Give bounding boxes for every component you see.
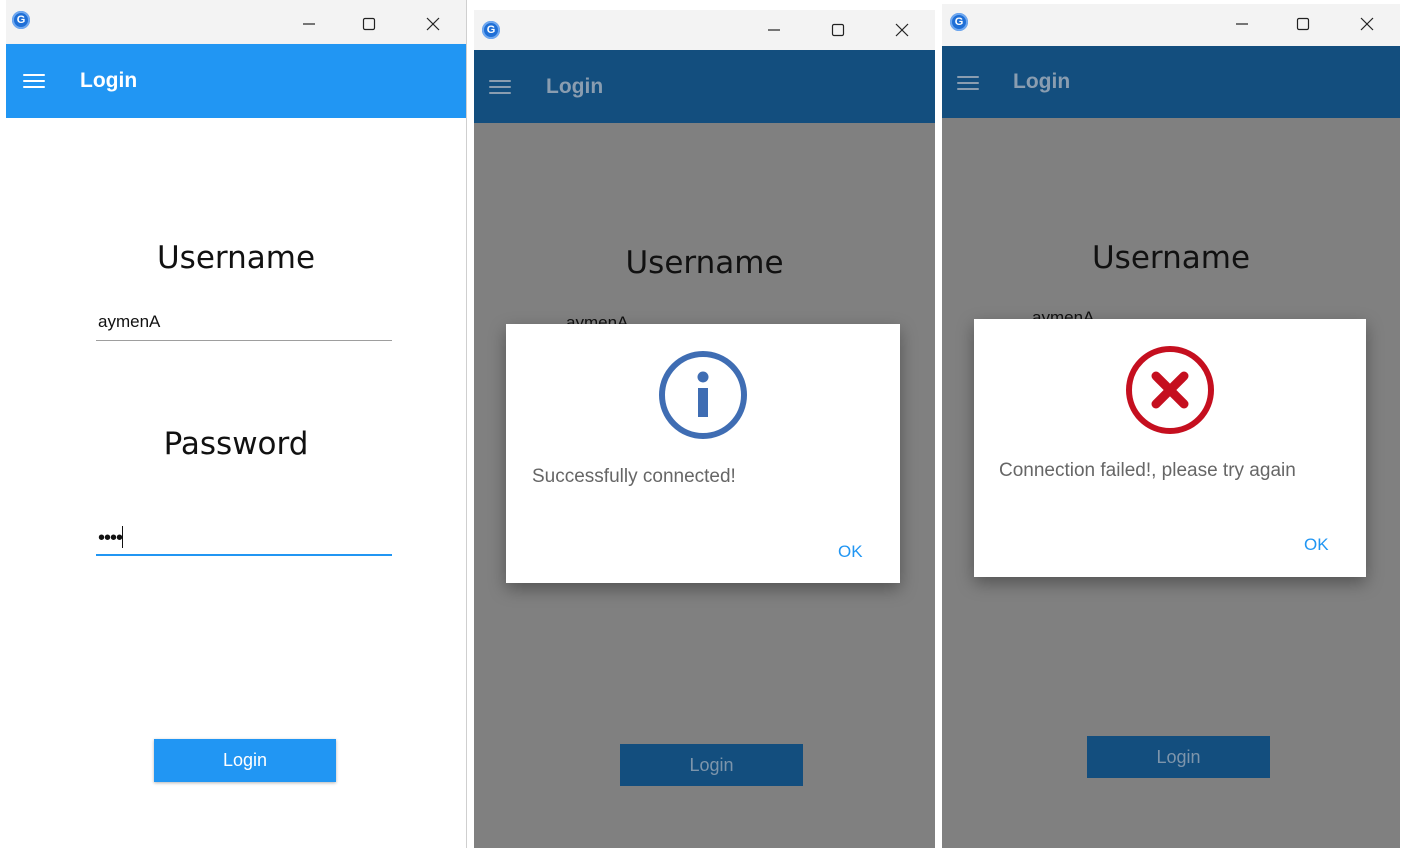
minimize-icon [1236, 23, 1248, 25]
password-underline [96, 554, 392, 556]
hamburger-menu-icon[interactable] [489, 80, 511, 96]
login-button: Login [620, 744, 803, 786]
error-dialog: Connection failed!, please try again OK [974, 319, 1366, 577]
maximize-button[interactable] [354, 9, 384, 39]
maximize-icon [362, 17, 376, 31]
text-caret [122, 526, 124, 548]
title-bar: G [6, 0, 466, 44]
username-label: Username [1091, 240, 1251, 276]
app-icon: G [950, 13, 968, 31]
minimize-button[interactable] [1227, 9, 1257, 39]
login-button[interactable]: Login [154, 739, 336, 782]
background-window-edge [1400, 0, 1406, 848]
minimize-button[interactable] [294, 9, 324, 39]
ok-button[interactable]: OK [838, 542, 863, 562]
app-title: Login [546, 75, 604, 98]
app-icon: G [12, 11, 30, 29]
dialog-message: Successfully connected! [532, 466, 736, 487]
login-window-1: G Login Username aymenA Password •••• Lo… [6, 0, 467, 848]
minimize-button[interactable] [759, 15, 789, 45]
login-window-3: G Login Username aymenA Login Connection… [942, 0, 1400, 848]
username-underline [96, 340, 392, 341]
title-bar: G [942, 4, 1400, 46]
close-icon [1360, 17, 1374, 31]
error-icon [1126, 346, 1214, 434]
minimize-icon [303, 23, 315, 25]
success-dialog: Successfully connected! OK [506, 324, 900, 583]
app-bar: Login [6, 44, 466, 118]
hamburger-menu-icon[interactable] [957, 76, 979, 92]
close-button[interactable] [1352, 9, 1382, 39]
password-input[interactable]: •••• [98, 526, 123, 550]
maximize-icon [1296, 17, 1310, 31]
username-input[interactable]: aymenA [98, 312, 160, 332]
login-button: Login [1087, 736, 1270, 778]
app-bar: Login [474, 50, 935, 123]
minimize-icon [768, 29, 780, 31]
dialog-message: Connection failed!, please try again [999, 460, 1296, 481]
hamburger-menu-icon[interactable] [23, 74, 45, 90]
maximize-button[interactable] [1288, 9, 1318, 39]
close-button[interactable] [418, 9, 448, 39]
maximize-icon [831, 23, 845, 37]
app-bar: Login [942, 46, 1400, 118]
ok-button[interactable]: OK [1304, 535, 1329, 555]
username-label: Username [156, 240, 316, 276]
password-dots: •••• [98, 527, 123, 549]
title-bar: G [474, 10, 935, 50]
app-icon: G [482, 21, 500, 39]
username-label: Username [625, 245, 784, 281]
app-title: Login [1013, 70, 1071, 93]
close-icon [426, 17, 440, 31]
info-icon [659, 351, 747, 439]
close-icon [895, 23, 909, 37]
login-form: Username aymenA Password •••• Login [6, 118, 466, 848]
close-button[interactable] [887, 15, 917, 45]
password-label: Password [163, 426, 309, 462]
maximize-button[interactable] [823, 15, 853, 45]
app-title: Login [80, 69, 138, 92]
login-window-2: G Login Username aymenA Login Successful… [474, 0, 935, 848]
